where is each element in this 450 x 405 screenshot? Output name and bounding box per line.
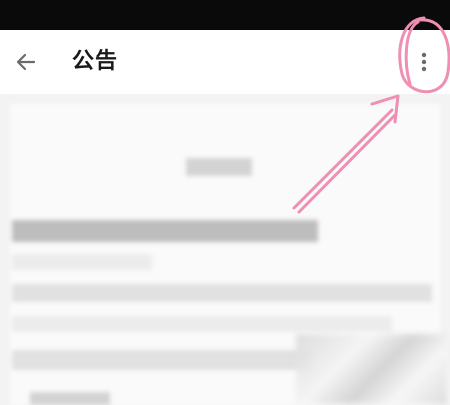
announcement-screen: 公告 <box>0 0 450 405</box>
blur-smudge <box>296 334 446 404</box>
arrow-back-icon <box>16 53 36 71</box>
app-bar: 公告 <box>0 30 450 94</box>
announcement-content <box>0 94 450 405</box>
status-bar <box>0 0 450 30</box>
back-button[interactable] <box>8 44 44 80</box>
more-vertical-icon <box>421 52 427 72</box>
page-title: 公告 <box>72 49 119 74</box>
more-options-button[interactable] <box>406 44 442 80</box>
